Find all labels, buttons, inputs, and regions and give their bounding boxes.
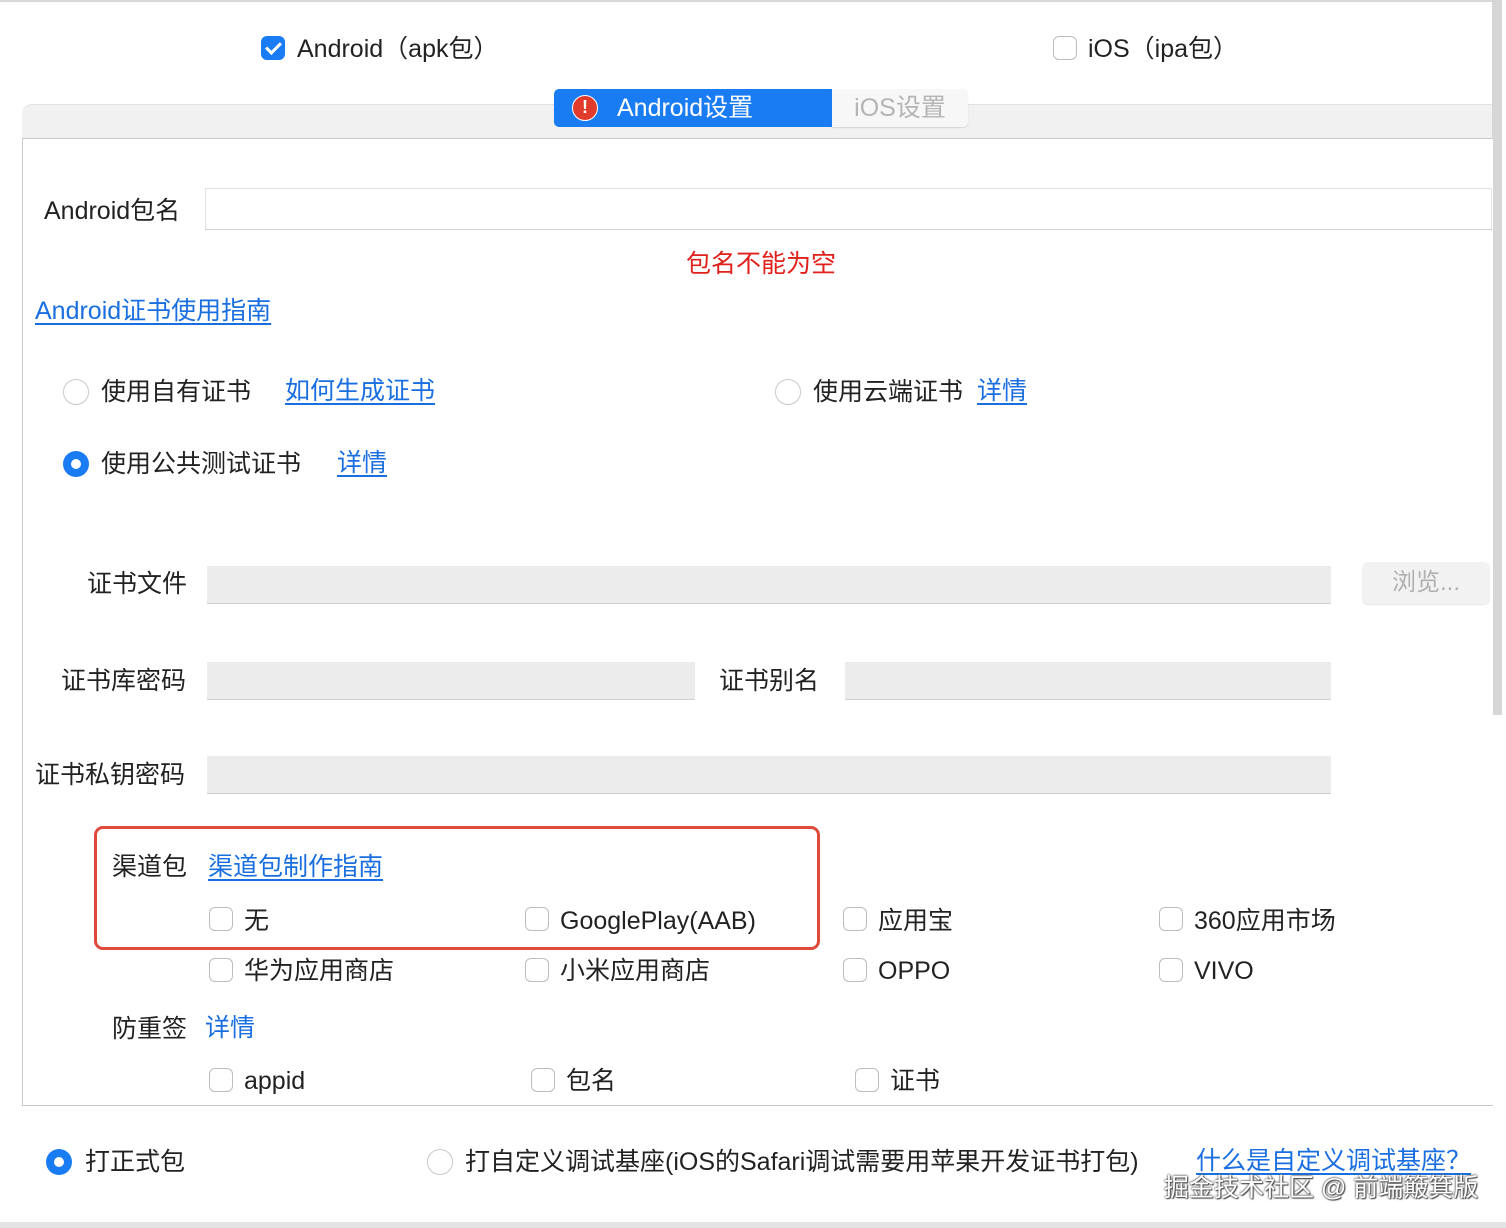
cert-alias-input[interactable] xyxy=(845,662,1331,700)
public-cert-details-link[interactable]: 详情 xyxy=(337,448,387,478)
cert-key-password-label: 证书私钥密码 xyxy=(35,761,186,789)
bottom-border xyxy=(0,1222,1506,1228)
formal-build-radio[interactable] xyxy=(46,1149,72,1175)
settings-panel xyxy=(22,138,1493,1106)
anti-resign-checkbox[interactable] xyxy=(209,1068,233,1092)
ios-platform-checkbox[interactable] xyxy=(1053,36,1077,60)
channel-option-label: 无 xyxy=(244,907,270,935)
custom-debug-base-radio[interactable] xyxy=(427,1149,453,1175)
tab-android-settings[interactable]: ! Android设置 xyxy=(554,89,832,127)
anti-resign-checkbox[interactable] xyxy=(855,1068,879,1092)
cert-store-password-input[interactable] xyxy=(207,662,695,700)
anti-resign-label: 防重签 xyxy=(112,1015,188,1043)
watermark: 掘金技术社区 @ 前端簸箕版 xyxy=(1164,1174,1479,1202)
tab-android-label: Android设置 xyxy=(617,94,754,122)
channel-option-label: 小米应用商店 xyxy=(560,957,711,985)
own-cert-label: 使用自有证书 xyxy=(101,378,252,406)
browse-button[interactable]: 浏览... xyxy=(1362,562,1490,604)
public-test-cert-label: 使用公共测试证书 xyxy=(101,450,302,478)
channel-option-label: 华为应用商店 xyxy=(244,957,395,985)
custom-debug-base-label: 打自定义调试基座(iOS的Safari调试需要用苹果开发证书打包) xyxy=(465,1148,1139,1176)
channel-checkbox[interactable] xyxy=(843,907,867,931)
anti-resign-option-label: 包名 xyxy=(566,1067,617,1095)
anti-resign-option-label: appid xyxy=(244,1067,306,1095)
package-name-error: 包名不能为空 xyxy=(686,250,837,278)
cert-alias-label: 证书别名 xyxy=(719,667,820,695)
channel-option-label: OPPO xyxy=(878,957,951,985)
channel-checkbox[interactable] xyxy=(1159,907,1183,931)
cert-guide-link[interactable]: Android证书使用指南 xyxy=(35,296,271,326)
cert-file-label: 证书文件 xyxy=(87,570,188,598)
formal-build-label: 打正式包 xyxy=(85,1148,186,1176)
top-border xyxy=(0,0,1492,2)
channel-option-label: 应用宝 xyxy=(878,907,954,935)
channel-option-label: GooglePlay(AAB) xyxy=(560,907,756,935)
channel-checkbox[interactable] xyxy=(525,907,549,931)
anti-resign-option-label: 证书 xyxy=(890,1067,941,1095)
cloud-cert-details-link[interactable]: 详情 xyxy=(977,376,1027,406)
android-platform-label: Android（apk包） xyxy=(297,35,499,63)
cert-key-password-input[interactable] xyxy=(207,756,1331,794)
anti-resign-details-link[interactable]: 详情 xyxy=(205,1013,255,1043)
channel-label: 渠道包 xyxy=(112,853,188,881)
channel-guide-link[interactable]: 渠道包制作指南 xyxy=(208,852,383,882)
how-to-generate-cert-link[interactable]: 如何生成证书 xyxy=(285,376,435,406)
cert-store-password-label: 证书库密码 xyxy=(61,667,187,695)
package-name-input[interactable] xyxy=(205,188,1492,230)
channel-checkbox[interactable] xyxy=(209,907,233,931)
channel-checkbox[interactable] xyxy=(843,958,867,982)
scrollbar-thumb[interactable] xyxy=(1492,0,1502,715)
channel-option-label: 360应用市场 xyxy=(1194,907,1336,935)
channel-checkbox[interactable] xyxy=(1159,958,1183,982)
channel-checkbox[interactable] xyxy=(209,958,233,982)
tab-ios-settings[interactable]: iOS设置 xyxy=(832,89,968,127)
anti-resign-checkbox[interactable] xyxy=(531,1068,555,1092)
cert-file-input[interactable] xyxy=(207,566,1331,604)
package-name-label: Android包名 xyxy=(44,197,181,225)
warning-icon: ! xyxy=(572,95,598,121)
android-platform-checkbox[interactable] xyxy=(261,36,285,60)
channel-checkbox[interactable] xyxy=(525,958,549,982)
ios-platform-label: iOS（ipa包） xyxy=(1088,35,1239,63)
channel-option-label: VIVO xyxy=(1194,957,1254,985)
own-cert-radio[interactable] xyxy=(63,379,89,405)
cloud-cert-label: 使用云端证书 xyxy=(813,378,964,406)
cloud-cert-radio[interactable] xyxy=(775,379,801,405)
public-test-cert-radio[interactable] xyxy=(63,451,89,477)
